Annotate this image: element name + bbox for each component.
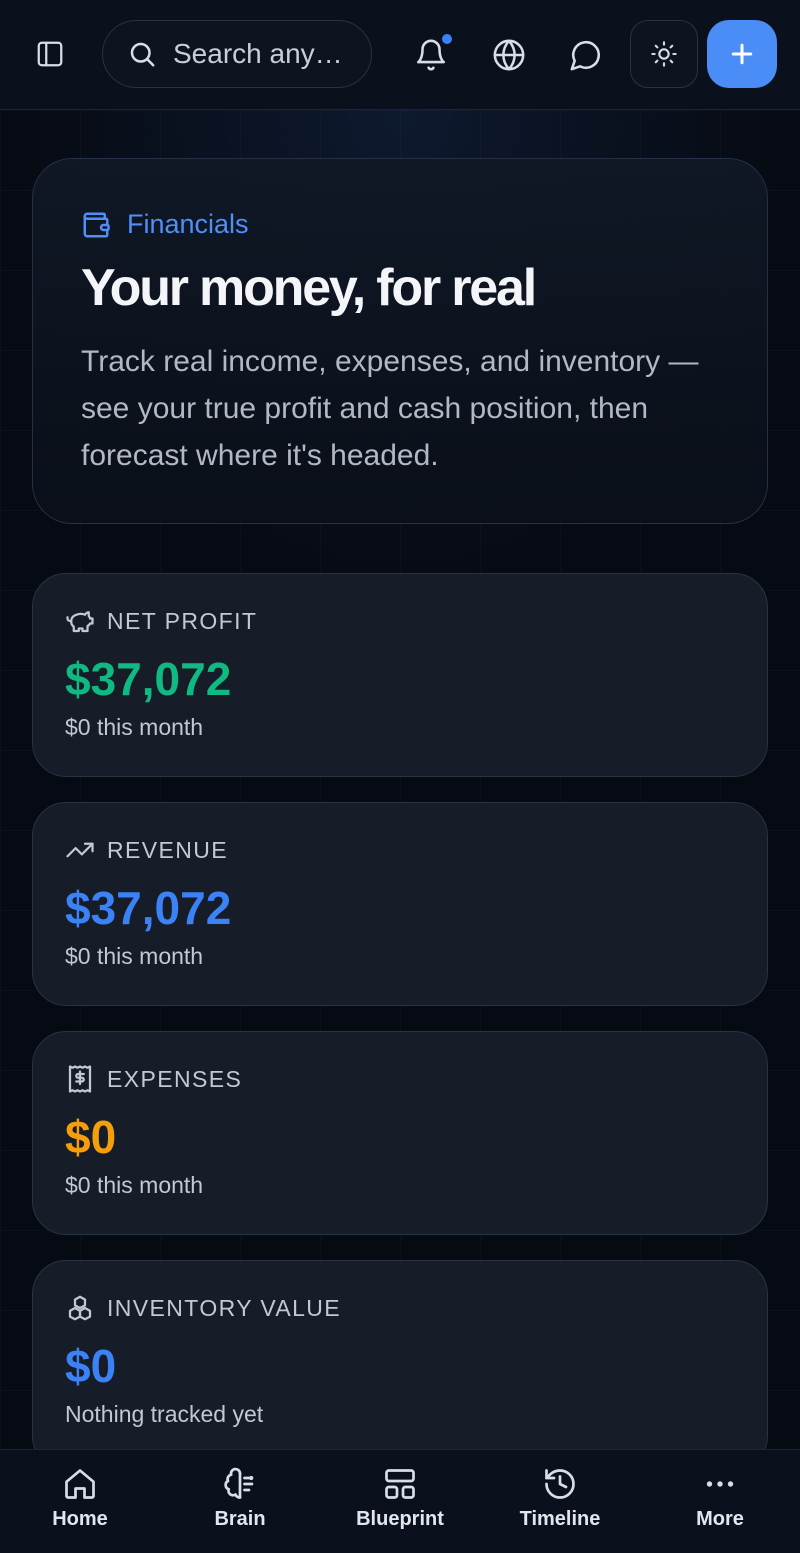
chat-icon <box>570 40 601 71</box>
chat-button[interactable] <box>563 32 609 78</box>
search-icon <box>130 42 155 67</box>
trending-up-icon <box>66 842 94 858</box>
wallet-icon <box>83 212 110 237</box>
stat-value: $0 <box>65 1340 117 1392</box>
net-profit-card[interactable]: NET PROFIT $37,072 $0 this month <box>32 573 768 777</box>
stat-header: INVENTORY VALUE <box>65 1293 735 1323</box>
nav-label: Blueprint <box>356 1508 444 1530</box>
nav-label: More <box>696 1508 744 1530</box>
stat-header: EXPENSES <box>65 1064 735 1094</box>
page-title: Your money, for real <box>81 259 537 317</box>
stat-subtext: $0 this month <box>65 943 204 969</box>
inventory-value-card[interactable]: INVENTORY VALUE $0 Nothing tracked yet <box>32 1260 768 1470</box>
sidebar-toggle-button[interactable] <box>28 32 72 76</box>
top-bar: Search any… <box>0 0 800 110</box>
bottom-nav: Home Brain Blueprint Timeline More <box>0 1449 800 1553</box>
history-icon <box>545 1469 575 1499</box>
financials-hero-card: Financials Your money, for real Track re… <box>32 158 768 524</box>
nav-item-timeline[interactable]: Timeline <box>480 1450 640 1553</box>
section-eyebrow-label: Financials <box>127 209 249 239</box>
stat-value: $37,072 <box>65 653 232 705</box>
stat-label: INVENTORY VALUE <box>107 1294 342 1321</box>
more-icon <box>706 1481 734 1487</box>
brain-icon <box>224 1467 254 1499</box>
piggy-bank-icon <box>66 611 94 633</box>
sun-icon <box>651 41 677 67</box>
stat-value: $0 <box>65 1111 117 1163</box>
notification-dot <box>440 32 454 46</box>
revenue-card[interactable]: REVENUE $37,072 $0 this month <box>32 802 768 1006</box>
section-eyebrow: Financials <box>81 209 719 240</box>
layout-icon <box>385 1469 415 1499</box>
nav-item-home[interactable]: Home <box>0 1450 160 1553</box>
stat-subtext: Nothing tracked yet <box>65 1401 264 1427</box>
sidebar-toggle-icon <box>37 41 63 67</box>
search-placeholder: Search any… <box>173 38 343 69</box>
plus-icon <box>731 43 753 65</box>
nav-item-brain[interactable]: Brain <box>160 1450 320 1553</box>
theme-toggle-button[interactable] <box>630 20 698 88</box>
expenses-card[interactable]: EXPENSES $0 $0 this month <box>32 1031 768 1235</box>
stat-subtext: $0 this month <box>65 1172 204 1198</box>
receipt-icon <box>68 1065 92 1093</box>
globe-icon <box>493 39 525 71</box>
add-button[interactable] <box>707 20 777 88</box>
stat-label: NET PROFIT <box>107 607 258 634</box>
notifications-button[interactable] <box>408 32 454 78</box>
boxes-icon <box>68 1295 92 1321</box>
language-button[interactable] <box>486 32 532 78</box>
nav-label: Timeline <box>519 1508 601 1530</box>
stat-header: REVENUE <box>65 835 735 865</box>
nav-item-blueprint[interactable]: Blueprint <box>320 1450 480 1553</box>
nav-label: Home <box>52 1508 108 1530</box>
page-description: Track real income, expenses, and invento… <box>81 345 699 472</box>
stat-label: EXPENSES <box>107 1065 243 1092</box>
stat-subtext: $0 this month <box>65 714 204 740</box>
nav-item-more[interactable]: More <box>640 1450 800 1553</box>
nav-label: Brain <box>214 1508 266 1530</box>
stat-label: REVENUE <box>107 836 228 863</box>
search-input[interactable]: Search any… <box>102 20 372 88</box>
home-icon <box>65 1469 95 1499</box>
stat-value: $37,072 <box>65 882 232 934</box>
stat-header: NET PROFIT <box>65 606 735 636</box>
